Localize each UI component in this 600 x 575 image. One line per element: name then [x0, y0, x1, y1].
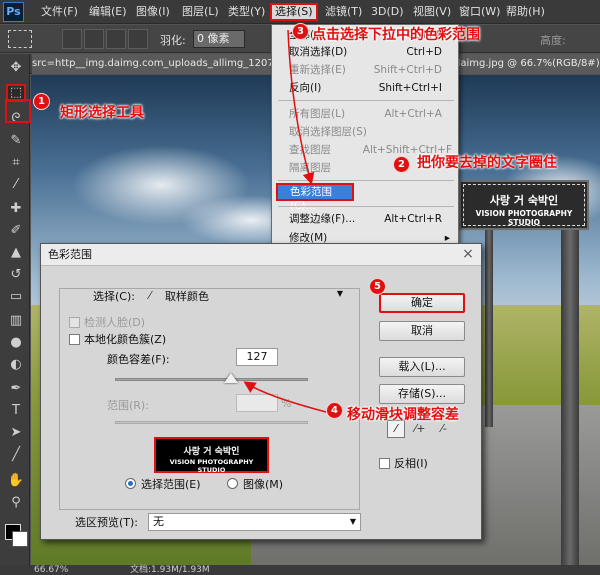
annotation-text-3: 点击选择下拉中的色彩范围	[312, 27, 480, 43]
annotation-text-1: 矩形选择工具	[60, 105, 144, 121]
tool-highlight-box	[5, 99, 31, 123]
annotation-arrows	[5, 29, 327, 413]
step-badge-4: 4	[326, 402, 343, 419]
step-badge-1: 1	[33, 93, 50, 110]
arrow-to-slider	[243, 381, 327, 413]
step-badge-5: 5	[369, 278, 386, 295]
step-badge-3: 3	[292, 23, 309, 40]
arrow-to-color-range	[287, 29, 315, 185]
annotation-text-4: 移动滑块调整容差	[347, 407, 459, 423]
step-badge-2: 2	[393, 156, 410, 173]
annotation-text-2: 把你要去掉的文字圈住	[417, 155, 557, 171]
